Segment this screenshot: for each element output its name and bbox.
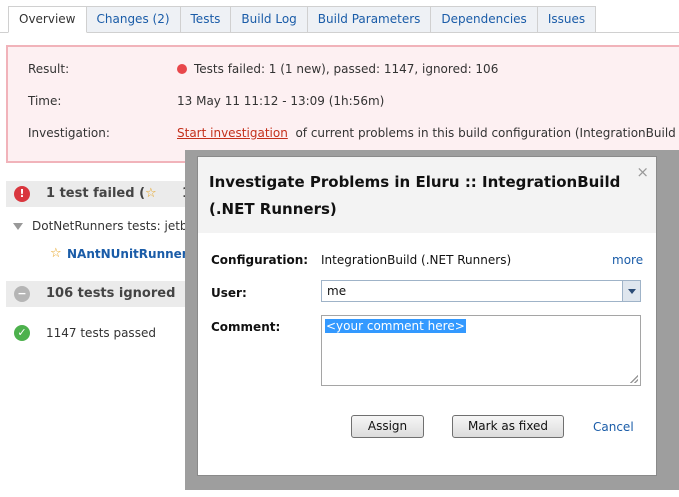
time-label: Time: (28, 94, 62, 108)
dialog-title: Investigate Problems in Eluru :: Integra… (209, 173, 621, 218)
resize-handle-icon[interactable] (630, 375, 638, 383)
time-row: Time: 13 May 11 11:12 - 13:09 (1h:56m) (8, 94, 679, 114)
dialog-header: Investigate Problems in Eluru :: Integra… (198, 157, 656, 233)
triangle-down-icon[interactable] (13, 223, 23, 230)
configuration-label: Configuration: (211, 253, 309, 267)
chevron-down-icon[interactable] (622, 281, 640, 301)
investigation-row: Investigation: Start investigation of cu… (8, 126, 679, 146)
result-label: Result: (28, 62, 70, 76)
tab-tests[interactable]: Tests (180, 6, 232, 33)
tab-bar: Overview Changes (2) Tests Build Log Bui… (8, 6, 597, 33)
investigation-text: of current problems in this build config… (295, 126, 679, 140)
tab-build-log[interactable]: Build Log (231, 6, 308, 33)
more-link[interactable]: more (612, 253, 643, 267)
cancel-link[interactable]: Cancel (593, 420, 634, 434)
investigation-label: Investigation: (28, 126, 110, 140)
tab-dependencies[interactable]: Dependencies (431, 6, 538, 33)
assign-button[interactable]: Assign (351, 415, 424, 438)
failed-status-icon (177, 64, 187, 74)
tab-overview[interactable]: Overview (8, 6, 87, 33)
failed-tests-label: 1 test failed (☆ (46, 186, 157, 201)
tab-changes[interactable]: Changes (2) (86, 6, 181, 33)
investigate-dialog: Investigate Problems in Eluru :: Integra… (197, 156, 657, 476)
result-row: Result: Tests failed: 1 (1 new), passed:… (8, 62, 679, 82)
tab-build-parameters[interactable]: Build Parameters (307, 6, 432, 33)
star-icon: ☆ (50, 246, 62, 261)
comment-text: <your comment here> (325, 319, 466, 333)
test-group-label[interactable]: DotNetRunners tests: jetbrai (32, 219, 203, 233)
check-icon: ✓ (14, 325, 30, 341)
user-label: User: (211, 286, 247, 300)
passed-tests-label[interactable]: 1147 tests passed (46, 326, 156, 340)
build-result-panel: Result: Tests failed: 1 (1 new), passed:… (6, 45, 679, 163)
mark-as-fixed-button[interactable]: Mark as fixed (452, 415, 564, 438)
close-icon[interactable]: × (636, 163, 649, 181)
exclamation-icon: ! (14, 186, 30, 202)
ignored-tests-group[interactable]: − 106 tests ignored (6, 281, 206, 307)
build-overview-page: Overview Changes (2) Tests Build Log Bui… (0, 0, 679, 497)
user-select-value: me (327, 284, 347, 298)
failed-tests-group[interactable]: ! 1 test failed (☆ 1 n (6, 181, 206, 207)
tab-issues[interactable]: Issues (537, 6, 597, 33)
time-value: 13 May 11 11:12 - 13:09 (1h:56m) (177, 94, 385, 108)
comment-label: Comment: (211, 320, 281, 334)
result-text: Tests failed: 1 (1 new), passed: 1147, i… (194, 62, 499, 76)
ignored-tests-label: 106 tests ignored (46, 286, 176, 301)
result-value: Tests failed: 1 (1 new), passed: 1147, i… (177, 62, 498, 76)
comment-textarea[interactable]: <your comment here> (321, 315, 641, 386)
star-icon: ☆ (145, 186, 157, 201)
minus-icon: − (14, 286, 30, 302)
user-select[interactable]: me (321, 280, 641, 302)
start-investigation-link[interactable]: Start investigation (177, 126, 288, 140)
investigation-value: Start investigation of current problems … (177, 126, 679, 140)
configuration-value: IntegrationBuild (.NET Runners) (321, 253, 512, 267)
